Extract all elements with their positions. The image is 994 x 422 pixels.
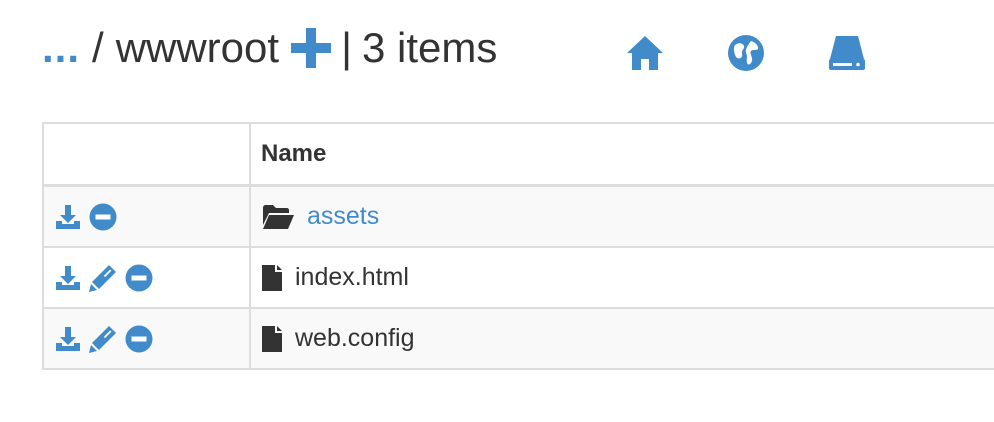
file-icon [261, 325, 283, 353]
plus-icon[interactable] [289, 26, 333, 70]
row-actions [42, 307, 251, 370]
name-cell: web.config [249, 307, 994, 370]
download-icon[interactable] [54, 203, 82, 231]
delete-icon[interactable] [124, 263, 154, 293]
file-table: Name assets index.html web.config [42, 122, 994, 370]
file-name[interactable]: index.html [295, 263, 409, 292]
delete-icon[interactable] [88, 202, 118, 232]
file-icon [261, 264, 283, 292]
download-icon[interactable] [54, 325, 82, 353]
breadcrumb-pipe: | [341, 24, 352, 71]
column-header-name[interactable]: Name [249, 122, 994, 187]
folder-open-icon [261, 204, 295, 230]
name-cell: assets [249, 184, 994, 248]
folder-link[interactable]: assets [307, 202, 379, 231]
breadcrumb-parent-link[interactable]: ... [42, 24, 80, 72]
table-row: web.config [42, 307, 994, 370]
column-header-actions [42, 122, 251, 187]
item-count: 3 items [361, 24, 498, 71]
edit-icon[interactable] [88, 324, 118, 354]
name-cell: index.html [249, 246, 994, 309]
edit-icon[interactable] [88, 263, 118, 293]
breadcrumb-current-folder: wwwroot [115, 24, 280, 71]
home-icon[interactable] [624, 33, 666, 73]
row-actions [42, 184, 251, 248]
download-icon[interactable] [54, 264, 82, 292]
table-header-row: Name [42, 122, 994, 187]
page-header: ... / wwwroot | 3 items [42, 18, 497, 78]
file-name[interactable]: web.config [295, 324, 415, 353]
row-actions [42, 246, 251, 309]
table-row: index.html [42, 246, 994, 309]
table-row: assets [42, 184, 994, 248]
hdd-icon[interactable] [826, 33, 868, 73]
delete-icon[interactable] [124, 324, 154, 354]
globe-icon[interactable] [726, 33, 766, 73]
breadcrumb-separator: / [92, 24, 104, 71]
